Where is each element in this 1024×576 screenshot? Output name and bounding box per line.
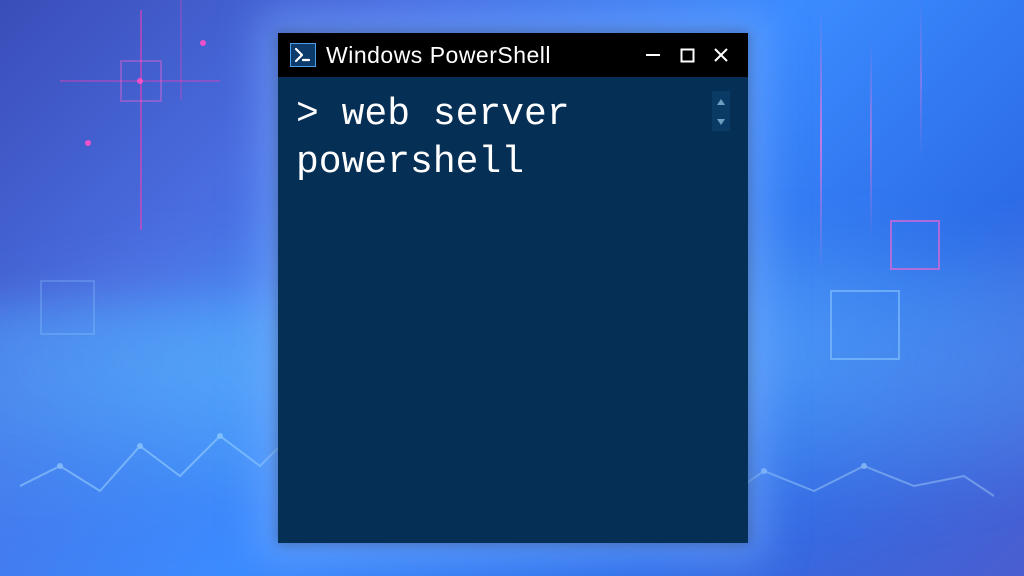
maximize-button[interactable] — [670, 39, 704, 71]
command-line: > web server powershell — [296, 91, 712, 186]
window-controls — [636, 39, 738, 71]
window-title: Windows PowerShell — [326, 42, 636, 69]
powershell-window: Windows PowerShell > web server p — [278, 33, 748, 543]
terminal-body[interactable]: > web server powershell — [278, 77, 748, 543]
titlebar[interactable]: Windows PowerShell — [278, 33, 748, 77]
scroll-down-icon[interactable] — [712, 113, 730, 131]
scroll-up-icon[interactable] — [712, 93, 730, 111]
close-icon — [713, 47, 729, 63]
maximize-icon — [680, 48, 695, 63]
minimize-icon — [645, 47, 661, 63]
powershell-icon — [290, 43, 316, 67]
scrollbar[interactable] — [712, 91, 730, 131]
close-button[interactable] — [704, 39, 738, 71]
terminal-content[interactable]: > web server powershell — [296, 91, 712, 186]
minimize-button[interactable] — [636, 39, 670, 71]
